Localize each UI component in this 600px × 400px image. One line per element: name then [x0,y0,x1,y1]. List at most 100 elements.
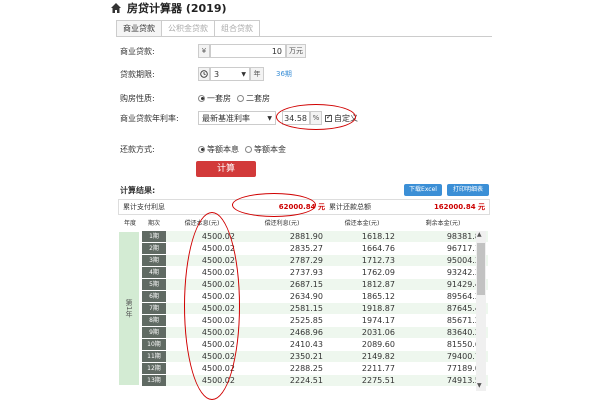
scroll-thumb[interactable] [477,243,485,295]
radio-dot-icon [237,94,244,102]
principal-cell: 2211.77 [326,363,398,375]
loan-term-unit: 年 [250,67,264,81]
remaining-cell: 79400.79 [398,351,488,363]
total-payment-value: 162000.84 元 [433,203,485,211]
principal-cell: 2275.51 [326,375,398,387]
loan-type-tabs: 商业贷款 公积金贷款 组合贷款 [116,20,260,36]
col-year: 年度 [123,220,136,227]
principal-cell: 1865.12 [326,291,398,303]
period-cell: 9期 [142,327,166,339]
table-row: 8期 4500.02 2525.85 1974.17 85671.26 [142,315,488,327]
download-excel-button[interactable]: 下载Excel [404,184,442,196]
table-header: 年度 期次 偿还本息(元) 偿还利息(元) 偿还本金(元) 剩余本金(元) [118,218,488,230]
payment-cell: 4500.02 [166,291,238,303]
table-row: 2期 4500.02 2835.27 1664.76 96717.12 [142,243,488,255]
payment-cell: 4500.02 [166,363,238,375]
radio-equal-payment[interactable]: 等额本息 [198,144,239,155]
tab-provident-fund-loan[interactable]: 公积金贷款 [161,20,215,36]
loan-term-select[interactable]: 3 ▼ [210,67,250,81]
remaining-cell: 77189.02 [398,363,488,375]
period-cell: 1期 [142,231,166,243]
remaining-cell: 89564.30 [398,291,488,303]
col-principal: 偿还本金(元) [344,220,380,227]
interest-cell: 2687.15 [238,279,326,291]
table-row: 11期 4500.02 2350.21 2149.82 79400.79 [142,351,488,363]
principal-cell: 1664.76 [326,243,398,255]
interest-cell: 2288.25 [238,363,326,375]
interest-cell: 2410.43 [238,339,326,351]
loan-amount-input[interactable]: 10 [210,44,286,58]
period-cell: 3期 [142,255,166,267]
table-row: 7期 4500.02 2581.15 1918.87 87645.43 [142,303,488,315]
payment-cell: 4500.02 [166,243,238,255]
radio-dot-icon [198,145,205,153]
interest-rate-label: 商业贷款年利率: [120,113,179,123]
period-cell: 10期 [142,339,166,351]
remaining-cell: 91429.42 [398,279,488,291]
result-summary: 累计支付利息 62000.84 元 累计还款总额 162000.84 元 [118,199,490,215]
col-payment: 偿还本息(元) [184,220,220,227]
rate-type-select[interactable]: 最新基准利率 ▼ [198,111,276,125]
repay-method-label: 还款方式: [120,144,155,154]
total-payment-label: 累计还款总额 [329,203,371,211]
loan-term-value: 3 [214,69,220,79]
table-row: 5期 4500.02 2687.15 1812.87 91429.42 [142,279,488,291]
radio-second-home[interactable]: 二套房 [237,93,270,104]
property-type-label: 购房性质: [120,93,155,103]
remaining-cell: 93242.30 [398,267,488,279]
loan-term-periods: 36期 [276,70,292,78]
loan-amount-unit: 万元 [286,44,306,58]
calculate-button[interactable]: 计算 [196,161,256,177]
page-header: 房贷计算器 (2019) [110,0,227,16]
payment-cell: 4500.02 [166,267,238,279]
interest-cell: 2350.21 [238,351,326,363]
principal-cell: 2089.60 [326,339,398,351]
period-cell: 13期 [142,375,166,387]
table-row: 10期 4500.02 2410.43 2089.60 81550.60 [142,339,488,351]
loan-term-label: 贷款期限: [120,69,155,79]
home-icon[interactable] [110,2,122,14]
remaining-cell: 81550.60 [398,339,488,351]
remaining-cell: 96717.12 [398,243,488,255]
rate-value-input[interactable]: 34.58 [282,111,310,125]
principal-cell: 1618.12 [326,231,398,243]
table-row: 9期 4500.02 2468.96 2031.06 83640.20 [142,327,488,339]
total-interest-value: 62000.84 元 [278,203,325,211]
remaining-cell: 85671.26 [398,315,488,327]
print-detail-button[interactable]: 打印明细表 [447,184,489,196]
table-scrollbar[interactable]: ▲ ▼ [476,231,486,391]
custom-rate-checkbox[interactable]: 自定义 [325,113,358,124]
payment-cell: 4500.02 [166,255,238,267]
radio-equal-principal[interactable]: 等额本金 [245,144,286,155]
interest-cell: 2581.15 [238,303,326,315]
principal-cell: 1974.17 [326,315,398,327]
payment-cell: 4500.02 [166,279,238,291]
scroll-up-icon[interactable]: ▲ [477,231,482,238]
table-row: 1期 4500.02 2881.90 1618.12 98381.88 [142,231,488,243]
interest-cell: 2881.90 [238,231,326,243]
scroll-down-icon[interactable]: ▼ [477,382,482,389]
tab-combined-loan[interactable]: 组合贷款 [214,20,260,36]
remaining-cell: 74913.50 [398,375,488,387]
principal-cell: 1918.87 [326,303,398,315]
table-row: 6期 4500.02 2634.90 1865.12 89564.30 [142,291,488,303]
payment-cell: 4500.02 [166,351,238,363]
period-cell: 7期 [142,303,166,315]
table-row: 12期 4500.02 2288.25 2211.77 77189.02 [142,363,488,375]
period-cell: 6期 [142,291,166,303]
principal-cell: 1712.73 [326,255,398,267]
col-period: 期次 [147,220,160,227]
interest-cell: 2634.90 [238,291,326,303]
tab-commercial-loan[interactable]: 商业贷款 [116,20,162,36]
payment-cell: 4500.02 [166,339,238,351]
total-interest-label: 累计支付利息 [123,203,165,211]
year-cell: 第1年 [118,231,140,386]
interest-cell: 2787.29 [238,255,326,267]
radio-first-home[interactable]: 一套房 [198,93,231,104]
principal-cell: 1762.09 [326,267,398,279]
period-cell: 8期 [142,315,166,327]
principal-cell: 2149.82 [326,351,398,363]
interest-cell: 2835.27 [238,243,326,255]
currency-prefix: ¥ [198,44,210,58]
radio-dot-icon [198,94,205,102]
